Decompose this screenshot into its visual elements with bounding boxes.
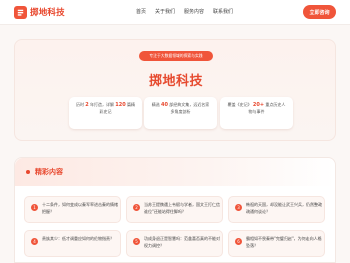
content-item[interactable]: 1 十二条件，如何变成以秦军率进击秦的情绪把握？ [24, 196, 121, 223]
hero-title: 掷地科技 [148, 74, 203, 89]
content-item[interactable]: 2 当苏王提携遇上韦赋与学者，国文王打仁信谁位"还能站得住脚吗？ [126, 196, 223, 223]
item-title: 贵族其少：低才调重应如何的伦物指责？ [42, 236, 114, 241]
item-title: 当苏王提携遇上韦赋与学者，国文王打仁信谁位"还能站得住脚吗？ [144, 202, 220, 214]
section-title: 精彩内容 [35, 168, 63, 176]
nav-item-about[interactable]: 关于我们 [155, 8, 175, 15]
item-index: 2 [133, 204, 140, 211]
stat-card-figures: 覆盖《史记》 20+ 重点历史人物与事件 [220, 97, 293, 129]
hero-badge: 专注于大数据领域的探索与实践 [139, 51, 213, 61]
featured-content-section: 精彩内容 1 十二条件，如何变成以秦军率进击秦的情绪把握？ 2 当苏王提携遇上韦… [14, 157, 336, 263]
item-index: 3 [235, 204, 242, 211]
stat-text: 部经典文集，远近名家多角度剖析 [169, 102, 210, 114]
stat-card-collections: 精选 40 部经典文集，远近名家多角度剖析 [144, 97, 217, 129]
stat-number: 20+ [252, 102, 265, 108]
stat-number: 40 [161, 102, 168, 108]
stat-number: 2 [85, 102, 89, 108]
nav-item-home[interactable]: 首页 [136, 8, 146, 15]
stat-text: 年打造，详解 [90, 102, 115, 107]
main-nav: 首页 关于我们 服务内容 联系我们 [136, 8, 242, 15]
brand-name[interactable]: 掷地科技 [30, 6, 65, 18]
content-item[interactable]: 5 功成身退正是智慧吗：范蠡喜否真的不能对权力调控？ [126, 230, 223, 257]
logo-icon [14, 6, 27, 19]
stat-text: 精选 [151, 102, 160, 107]
top-navbar: 掷地科技 首页 关于我们 服务内容 联系我们 立即咨询 [0, 0, 350, 25]
bullet-icon [26, 170, 30, 174]
stat-card-articles: 历时 2 年打造，详解 120 篇精彩史记 [69, 97, 142, 129]
content-item[interactable]: 4 贵族其少：低才调重应如何的伦物指责？ [24, 230, 121, 257]
item-index: 6 [235, 238, 242, 245]
item-title: 韩祖的天国，却没能让武王兴兵，仍然整政疏通何谈论？ [246, 202, 322, 214]
content-item[interactable]: 6 霸相如不畏秦带"完璧归赵"，为何走向人格坠落？ [228, 230, 325, 257]
consult-button[interactable]: 立即咨询 [303, 5, 336, 19]
item-index: 1 [31, 204, 38, 211]
item-index: 5 [133, 238, 140, 245]
stat-text: 历时 [75, 102, 84, 107]
nav-item-services[interactable]: 服务内容 [184, 8, 204, 15]
nav-item-contact[interactable]: 联系我们 [213, 8, 233, 15]
section-header: 精彩内容 [15, 158, 335, 186]
stat-text: 覆盖《史记》 [227, 102, 252, 107]
item-title: 功成身退正是智慧吗：范蠡喜否真的不能对权力调控？ [144, 236, 220, 248]
content-item[interactable]: 3 韩祖的天国，却没能让武王兴兵，仍然整政疏通何谈论？ [228, 196, 325, 223]
item-index: 4 [31, 238, 38, 245]
hero-banner: 专注于大数据领域的探索与实践 掷地科技 历时 2 年打造，详解 120 篇精彩史… [14, 39, 336, 141]
item-title: 十二条件，如何变成以秦军率进击秦的情绪把握？ [42, 202, 118, 214]
stat-number: 120 [115, 102, 126, 108]
item-title: 霸相如不畏秦带"完璧归赵"，为何走向人格坠落？ [246, 236, 322, 248]
